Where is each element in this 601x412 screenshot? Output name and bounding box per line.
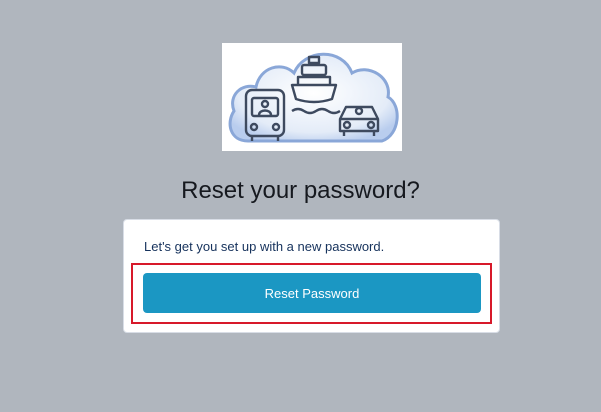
instruction-text: Let's get you set up with a new password… (144, 239, 385, 254)
page-title: Reset your password? (181, 177, 420, 204)
reset-password-button[interactable]: Reset Password (143, 273, 481, 313)
company-logo (222, 43, 402, 151)
transport-cloud-logo-icon (228, 52, 399, 143)
